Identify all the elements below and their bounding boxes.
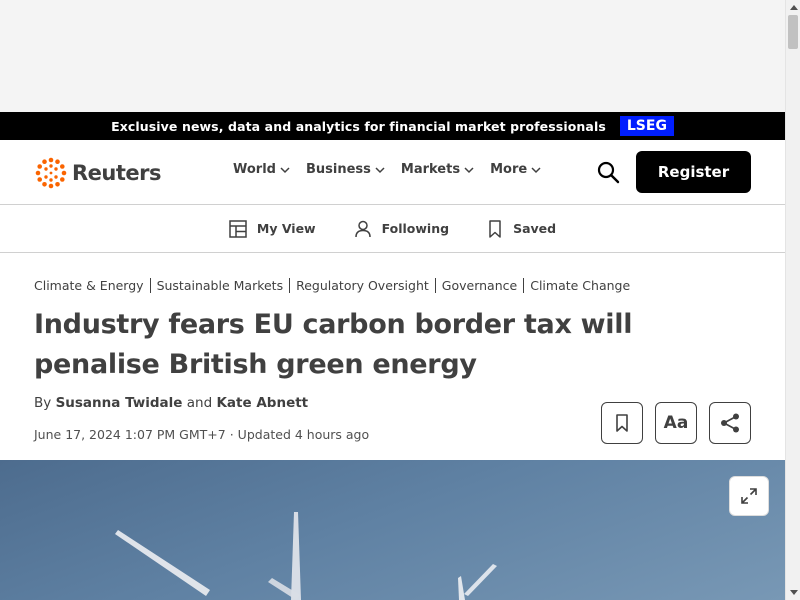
reuters-logo-icon: [35, 157, 67, 189]
author-link[interactable]: Kate Abnett: [216, 395, 308, 411]
nav-more[interactable]: More: [490, 162, 541, 177]
tag-divider: [289, 278, 291, 293]
main-header: Reuters World Business Markets More Regi…: [0, 140, 785, 205]
article-byline: By Susanna Twidale and Kate Abnett: [34, 395, 308, 411]
main-nav: World Business Markets More: [233, 162, 541, 177]
byline-prefix: By: [34, 395, 52, 411]
scroll-thumb[interactable]: [788, 15, 798, 49]
share-button[interactable]: [709, 402, 751, 444]
save-article-button[interactable]: [601, 402, 643, 444]
nav-markets-label: Markets: [400, 162, 461, 177]
scroll-down-arrow-icon[interactable]: [786, 585, 800, 600]
bookmark-icon: [616, 414, 628, 432]
page-scrollbar[interactable]: [785, 0, 800, 600]
chevron-down-icon: [280, 166, 290, 173]
bookmark-icon: [489, 219, 501, 238]
tag-divider: [523, 278, 525, 293]
nav-markets[interactable]: Markets: [401, 162, 474, 177]
nav-business-label: Business: [305, 162, 371, 177]
font-size-label: Aa: [663, 413, 689, 433]
promo-banner[interactable]: Exclusive news, data and analytics for f…: [0, 112, 785, 140]
person-icon: [354, 220, 371, 237]
logo-text: Reuters: [72, 161, 162, 185]
tag-governance[interactable]: Governance: [442, 278, 517, 293]
tag-climate-change[interactable]: Climate Change: [530, 278, 630, 293]
expand-image-button[interactable]: [729, 476, 769, 516]
reuters-logo[interactable]: Reuters: [34, 156, 162, 190]
saved-label: Saved: [513, 221, 557, 236]
article-dateline: June 17, 2024 1:07 PM GMT+7 · Updated 4 …: [34, 427, 369, 442]
author-link[interactable]: Susanna Twidale: [56, 395, 183, 411]
following-label: Following: [381, 221, 450, 236]
nav-business[interactable]: Business: [306, 162, 385, 177]
user-subnav: My View Following Saved: [0, 205, 785, 253]
nav-world[interactable]: World: [233, 162, 290, 177]
ad-placeholder: [0, 0, 785, 112]
my-view-label: My View: [256, 221, 316, 236]
promo-text[interactable]: Exclusive news, data and analytics for f…: [111, 119, 606, 134]
chevron-down-icon: [375, 166, 385, 173]
tag-sustainable-markets[interactable]: Sustainable Markets: [157, 278, 284, 293]
font-size-button[interactable]: Aa: [655, 402, 697, 444]
my-view-link[interactable]: My View: [229, 219, 316, 238]
nav-more-label: More: [490, 162, 528, 177]
date-separator: ·: [229, 427, 234, 442]
tag-regulatory-oversight[interactable]: Regulatory Oversight: [296, 278, 429, 293]
wind-turbines-illustration: [115, 512, 497, 600]
publish-date: June 17, 2024 1:07 PM GMT+7: [34, 427, 226, 442]
following-link[interactable]: Following: [354, 220, 449, 238]
nav-world-label: World: [233, 162, 276, 177]
saved-link[interactable]: Saved: [487, 219, 557, 238]
byline-conjunction: and: [186, 395, 213, 411]
scroll-up-arrow-icon[interactable]: [786, 0, 800, 15]
article-tags: Climate & Energy Sustainable Markets Reg…: [34, 278, 630, 293]
updated-time: Updated 4 hours ago: [237, 427, 370, 442]
tag-climate-energy[interactable]: Climate & Energy: [34, 278, 144, 293]
article-headline: Industry fears EU carbon border tax will…: [34, 309, 633, 380]
tag-divider: [149, 278, 151, 293]
chevron-down-icon: [464, 166, 474, 173]
expand-icon: [741, 488, 757, 504]
chevron-down-icon: [531, 166, 541, 173]
layout-icon: [229, 219, 247, 238]
hero-image: [0, 460, 785, 600]
register-button[interactable]: Register: [636, 151, 751, 193]
tag-divider: [434, 278, 436, 293]
share-icon: [721, 413, 739, 433]
search-icon[interactable]: [596, 160, 620, 184]
lseg-logo[interactable]: LSEG: [619, 116, 674, 136]
